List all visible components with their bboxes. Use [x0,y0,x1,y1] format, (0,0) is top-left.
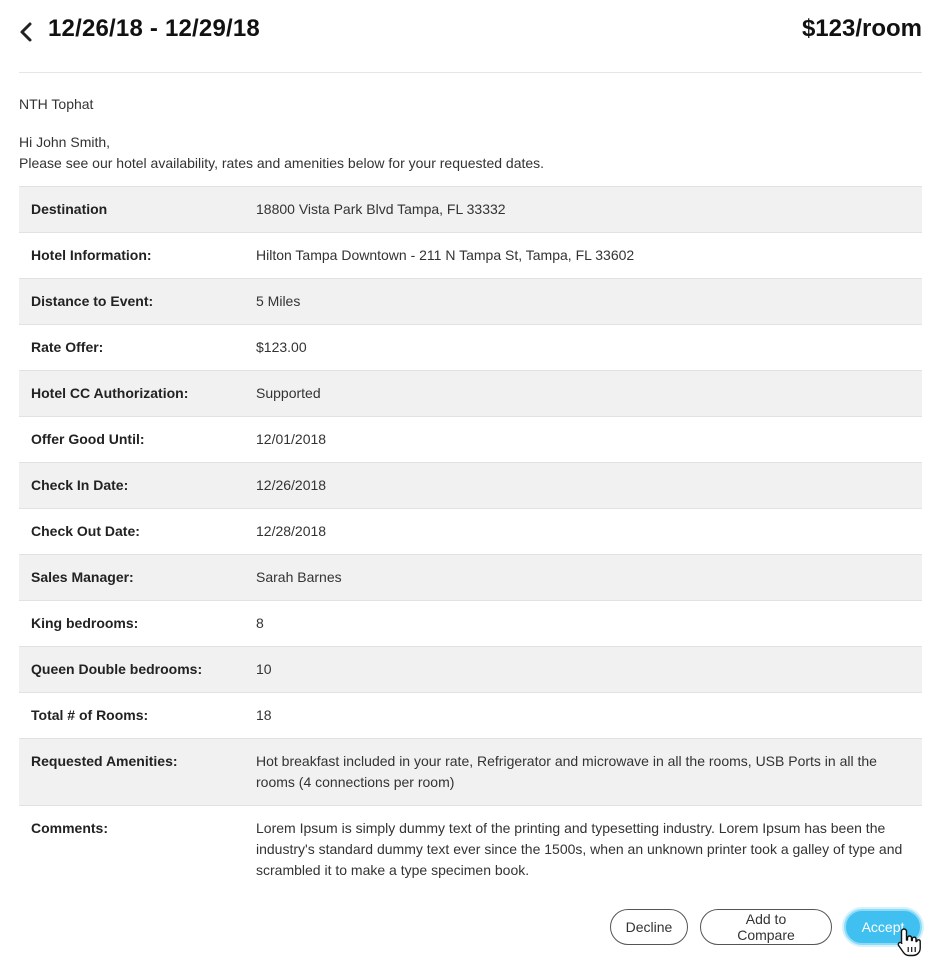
table-row: Rate Offer: $123.00 [19,325,922,371]
row-value: $123.00 [256,339,307,355]
row-value: 5 Miles [256,293,301,309]
table-row: Check Out Date: 12/28/2018 [19,509,922,555]
row-label: Hotel CC Authorization: [31,385,189,401]
row-label: Check Out Date: [31,523,140,539]
row-value: 12/28/2018 [256,523,327,539]
row-value: 10 [256,661,272,677]
row-label: Requested Amenities: [31,753,178,769]
table-row: King bedrooms: 8 [19,601,922,647]
row-label: Distance to Event: [31,293,154,309]
greeting-message: Hi John Smith, Please see our hotel avai… [19,132,544,174]
row-label: Destination [31,201,108,217]
row-value: Hot breakfast included in your rate, Ref… [256,753,877,790]
row-value: Lorem Ipsum is simply dummy text of the … [256,820,903,878]
chevron-left-icon [20,22,32,42]
row-label: Total # of Rooms: [31,707,149,723]
row-value: 12/01/2018 [256,431,327,447]
sender-name: NTH Tophat [19,96,94,112]
row-label: Hotel Information: [31,247,152,263]
price-per-room: $123/room [801,15,922,42]
row-value: 12/26/2018 [256,477,327,493]
table-row: Destination 18800 Vista Park Blvd Tampa,… [19,187,922,233]
offer-details-table: Destination 18800 Vista Park Blvd Tampa,… [19,186,922,893]
table-row: Check In Date: 12/26/2018 [19,463,922,509]
row-label: Sales Manager: [31,569,134,585]
date-range-title: 12/26/18 - 12/29/18 [48,15,260,42]
row-label: Rate Offer: [31,339,104,355]
back-button[interactable] [19,20,39,44]
row-label: Queen Double bedrooms: [31,661,203,677]
offer-header: 12/26/18 - 12/29/18 $123/room [19,0,922,73]
table-row: Hotel Information: Hilton Tampa Downtown… [19,233,922,279]
table-row: Distance to Event: 5 Miles [19,279,922,325]
row-label: Comments: [31,820,109,836]
accept-button[interactable]: Accept [844,909,922,945]
row-value: Sarah Barnes [256,569,342,585]
table-row: Queen Double bedrooms: 10 [19,647,922,693]
row-label: Offer Good Until: [31,431,145,447]
table-row: Sales Manager: Sarah Barnes [19,555,922,601]
row-value: 18800 Vista Park Blvd Tampa, FL 33332 [256,201,506,217]
decline-button[interactable]: Decline [610,909,688,945]
row-value: 18 [256,707,272,723]
row-value: 8 [256,615,264,631]
table-row: Total # of Rooms: 18 [19,693,922,739]
table-row: Hotel CC Authorization: Supported [19,371,922,417]
table-row: Comments: Lorem Ipsum is simply dummy te… [19,806,922,893]
offer-actions: Decline Add to Compare Accept [610,909,922,945]
row-label: King bedrooms: [31,615,139,631]
row-label: Check In Date: [31,477,129,493]
row-value: Supported [256,385,321,401]
table-row: Requested Amenities: Hot breakfast inclu… [19,739,922,806]
greeting-intro: Please see our hotel availability, rates… [19,155,545,171]
add-to-compare-button[interactable]: Add to Compare [700,909,832,945]
greeting-line: Hi John Smith, [19,134,111,150]
table-row: Offer Good Until: 12/01/2018 [19,417,922,463]
row-value: Hilton Tampa Downtown - 211 N Tampa St, … [256,247,635,263]
